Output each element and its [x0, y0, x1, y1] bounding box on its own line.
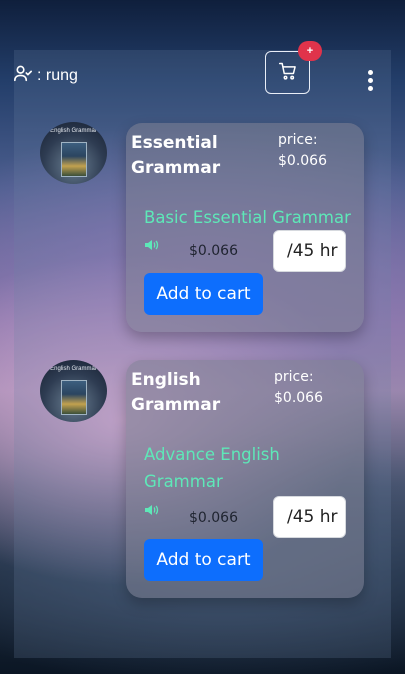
avatar-title: English Grammar: [50, 366, 97, 372]
speaker-icon[interactable]: [144, 237, 160, 251]
product-card: Essential Grammar price: $0.066 Basic Es…: [126, 123, 364, 332]
price-label: price:: [278, 132, 318, 148]
price-label: price:: [274, 369, 314, 385]
add-to-cart-button[interactable]: Add to cart: [144, 539, 263, 581]
product-name: Essential Grammar: [131, 133, 221, 178]
speaker-icon[interactable]: [144, 502, 160, 516]
avatar-title: English Grammar: [50, 128, 97, 134]
course-title[interactable]: Advance English Grammar: [144, 441, 294, 495]
product-card: English Grammar price: $0.066 Advance En…: [126, 360, 364, 598]
price-value: $0.066: [278, 153, 327, 169]
more-vertical-icon[interactable]: [363, 70, 377, 94]
price-value: $0.066: [274, 390, 323, 406]
hours-input[interactable]: /45 hr: [273, 230, 346, 272]
cart-icon: [278, 61, 298, 85]
course-price: $0.066: [189, 510, 238, 526]
product-avatar: English Grammar: [40, 122, 107, 184]
price-block: price: $0.066: [274, 367, 323, 409]
user-check-icon: [13, 64, 33, 87]
add-to-cart-button[interactable]: Add to cart: [144, 273, 263, 315]
hours-input[interactable]: /45 hr: [273, 496, 346, 538]
book-cover-image: [61, 142, 87, 177]
price-block: price: $0.066: [278, 130, 327, 172]
book-cover-image: [61, 380, 87, 415]
course-price: $0.066: [189, 243, 238, 259]
product-name: English Grammar: [131, 370, 221, 415]
user-info[interactable]: : rung: [13, 64, 78, 87]
course-title[interactable]: Basic Essential Grammar: [144, 204, 351, 231]
cart-badge: +: [298, 41, 322, 61]
username-label: : rung: [37, 66, 78, 84]
product-avatar: English Grammar: [40, 360, 107, 422]
